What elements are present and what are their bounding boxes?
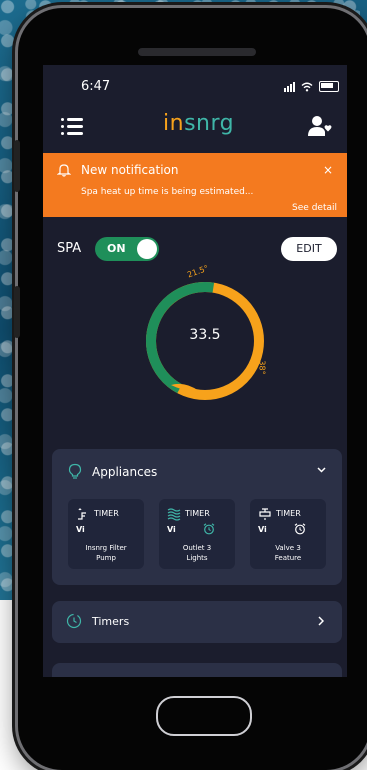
gauge-max-label: 38° [257,360,267,375]
appliances-title: Appliances [92,465,158,479]
tile-name-line1: Outlet 3 [182,544,212,552]
tile-name: Valve 3 Feature [250,543,326,563]
wifi-icon [301,82,313,91]
tile-type-label: TIMER [185,509,210,518]
tile-vi-badge: Vi [76,525,85,534]
appliance-tile-filter-pump[interactable]: TIMER Vi Insnrg Filter Pump [68,499,144,569]
spa-control-row: SPA ON EDIT [43,235,347,265]
next-section-card[interactable] [52,663,342,677]
timers-title: Timers [92,615,130,628]
lightbulb-icon [68,463,82,479]
app-screen: 6:47 insnrg New notification × Spa heat … [43,65,347,677]
notification-message: Spa heat up time is being estimated... [81,187,254,197]
status-icons [284,81,339,92]
menu-icon[interactable] [61,116,83,136]
logo-part-snrg: snrg [184,111,235,136]
app-header: insnrg [43,111,347,147]
tile-type-label: TIMER [276,509,301,518]
tile-name-line2: Pump [96,554,116,562]
battery-icon [319,81,339,92]
tile-name: Insnrg Filter Pump [68,543,144,563]
tile-vi-badge: Vi [167,525,176,534]
notification-banner[interactable]: New notification × Spa heat up time is b… [43,153,347,217]
edit-button[interactable]: EDIT [281,237,337,261]
volume-up-button [14,140,20,192]
appliance-tile-outlet-lights[interactable]: TIMER Vi Outlet 3 Lights [159,499,235,569]
chevron-down-icon[interactable] [317,467,326,473]
tile-vi-badge: Vi [258,525,267,534]
alarm-clock-icon [203,523,215,535]
chevron-right-icon[interactable] [318,616,324,626]
bell-icon [57,164,71,177]
phone-frame: 6:47 insnrg New notification × Spa heat … [14,8,367,770]
pump-icon [78,508,86,520]
tile-type-label: TIMER [94,509,119,518]
status-bar: 6:47 [43,79,347,99]
tile-name-line1: Valve 3 [275,544,301,552]
alarm-clock-icon [294,523,306,535]
appliances-card: Appliances TIMER Vi Insnrg Filter Pump T… [52,449,342,585]
brand-logo: insnrg [163,111,234,136]
waves-icon [167,508,181,521]
earpiece-speaker [138,48,256,56]
toggle-knob [137,239,157,259]
tile-name-line1: Insnrg Filter [85,544,127,552]
user-profile-icon[interactable] [307,115,333,137]
tile-name-line2: Lights [186,554,208,562]
temperature-gauge[interactable]: 21.5° 38° 33.5 [135,264,275,411]
logo-part-in: in [163,111,185,136]
tile-name: Outlet 3 Lights [159,543,235,563]
status-time: 6:47 [81,79,111,94]
notification-title: New notification [81,163,179,177]
gauge-current-value: 33.5 [189,327,221,343]
timers-card[interactable]: Timers [52,601,342,643]
volume-down-button [14,286,20,338]
see-detail-link[interactable]: See detail [292,203,337,213]
home-button[interactable] [156,696,252,736]
spa-toggle[interactable]: ON [95,237,159,261]
spa-label: SPA [57,241,82,256]
spa-toggle-state: ON [107,242,126,255]
tile-name-line2: Feature [274,554,302,562]
timer-icon [66,613,82,629]
notification-close-button[interactable]: × [323,163,333,177]
valve-icon [259,508,271,520]
appliance-tile-valve-feature[interactable]: TIMER Vi Valve 3 Feature [250,499,326,569]
signal-icon [284,81,295,92]
